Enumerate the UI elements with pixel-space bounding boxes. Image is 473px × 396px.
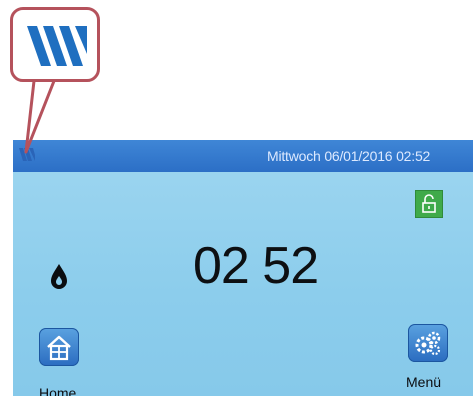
home-icon <box>47 335 71 361</box>
device-screen: Mittwoch 06/01/2016 02:52 02 52 Home Men… <box>13 140 473 396</box>
gears-icon <box>415 331 441 356</box>
brand-stripes-logo-icon <box>27 26 87 66</box>
menu-button[interactable] <box>408 324 448 362</box>
water-drop-icon <box>51 264 67 289</box>
current-time: 02 52 <box>193 237 319 295</box>
brand-small-logo-icon <box>19 148 35 161</box>
unlock-button[interactable] <box>415 190 443 218</box>
home-label: Home <box>39 385 77 396</box>
home-button[interactable] <box>39 328 79 366</box>
status-datetime: Mittwoch 06/01/2016 02:52 <box>267 148 431 164</box>
unlock-icon <box>422 194 436 213</box>
logo-callout <box>10 7 100 82</box>
menu-label: Menü <box>406 374 442 390</box>
status-bar: Mittwoch 06/01/2016 02:52 <box>13 140 473 172</box>
